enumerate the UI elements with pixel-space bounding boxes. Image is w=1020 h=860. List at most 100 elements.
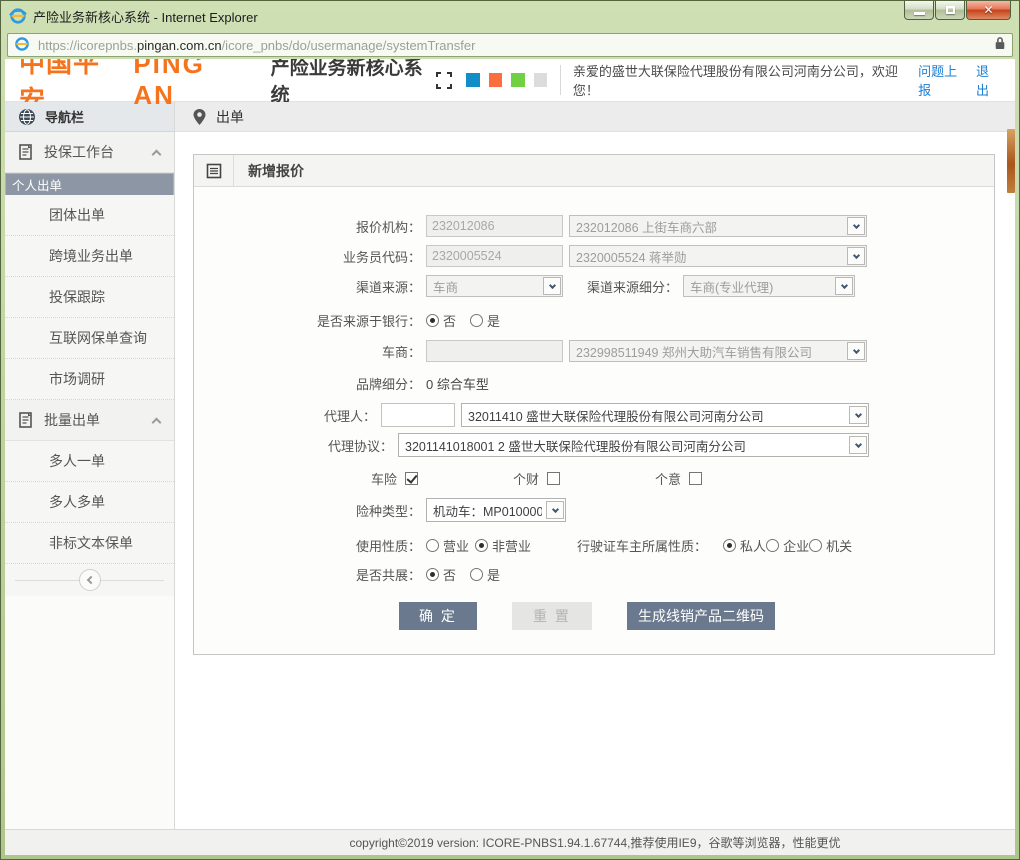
checkbox-icon — [689, 472, 703, 485]
confirm-button[interactable]: 确 定 — [399, 602, 477, 630]
chevron-up-icon — [151, 149, 162, 159]
app-title: 产险业务新核心系统 — [270, 59, 423, 106]
dropdown-arrow-icon — [849, 406, 867, 424]
address-bar[interactable]: https://icorepnbs.pingan.com.cn/icore_pn… — [7, 33, 1013, 57]
channel-detail-label: 渠道来源细分： — [587, 279, 679, 295]
car-dealer-select[interactable]: 232998511949 郑州大助汽车销售有限公司 — [569, 340, 867, 362]
channel-detail-select[interactable]: 车商(专业代理) — [683, 275, 856, 297]
field-salesman: 业务员代码： 2320005524 蒋举勋 — [194, 245, 974, 267]
agent-label: 代理人： — [323, 408, 376, 424]
insurance-type-select[interactable]: 机动车：MP01000001\MP0 — [426, 498, 566, 522]
joint-label: 是否共展： — [355, 568, 421, 583]
fullscreen-icon[interactable] — [435, 71, 453, 89]
close-icon: ✕ — [983, 3, 994, 17]
insurance-type-label: 险种类型： — [355, 503, 421, 519]
usage-nonbusiness-option[interactable]: 非营业 — [475, 536, 531, 555]
field-agent: 代理人： 32011410 盛世大联保险代理股份有限公司河南分公司 — [194, 403, 974, 427]
sidebar-item-policy-tracking[interactable]: 投保跟踪 — [5, 277, 174, 318]
joint-no-option[interactable]: 否 — [426, 565, 456, 584]
close-button[interactable]: ✕ — [966, 1, 1011, 20]
sidebar-item-market-research[interactable]: 市场调研 — [5, 359, 174, 400]
reset-button[interactable]: 重 置 — [512, 602, 592, 630]
usage-label: 使用性质： — [355, 539, 421, 554]
main-content: 出单 新增报价 报价机构： 232012086 232012086 上街车商六部… — [175, 102, 1015, 829]
from-bank-yes-option[interactable]: 是 — [470, 311, 500, 330]
radio-icon — [470, 568, 484, 581]
logout-link[interactable]: 退出 — [976, 61, 1001, 99]
field-car-dealer: 车商： 232998511949 郑州大助汽车销售有限公司 — [194, 340, 974, 362]
checkbox-icon — [547, 472, 561, 485]
breadcrumb-label: 出单 — [216, 108, 244, 125]
owner-label: 行驶证车主所属性质： — [577, 539, 708, 554]
radio-checked-icon — [475, 539, 489, 552]
radio-icon — [809, 539, 823, 552]
dropdown-arrow-icon — [546, 501, 564, 519]
quote-org-select[interactable]: 232012086 上街车商六部 — [569, 215, 867, 237]
sidebar-section-label: 批量出单 — [44, 412, 100, 428]
sidebar-item-multi-person-multi-policy[interactable]: 多人多单 — [5, 482, 174, 523]
field-insurance-type: 险种类型： 机动车：MP01000001\MP0 — [194, 498, 974, 522]
sidebar-nav-title: 导航栏 — [45, 110, 85, 125]
agreement-select[interactable]: 3201141018001 2 盛世大联保险代理股份有限公司河南分公司 — [398, 433, 869, 457]
theme-square-green — [511, 73, 525, 87]
restore-icon — [945, 6, 955, 14]
document-icon — [19, 144, 32, 160]
panel-title: 新增报价 — [248, 162, 304, 179]
sidebar-item-personal-issue[interactable]: 个人出单 — [5, 173, 174, 195]
footer: copyright©2019 version: ICORE-PNBS1.94.1… — [5, 829, 1015, 855]
personal-accident-option[interactable]: 个意 — [655, 469, 703, 488]
salesman-code-input[interactable] — [426, 245, 563, 267]
restore-button[interactable] — [935, 1, 965, 20]
quote-org-code-input[interactable] — [426, 215, 563, 237]
sidebar-item-group-issue[interactable]: 团体出单 — [5, 195, 174, 236]
sidebar-section-batch-issue[interactable]: 批量出单 — [5, 400, 174, 441]
agreement-label: 代理协议： — [327, 438, 393, 454]
joint-yes-option[interactable]: 是 — [470, 565, 500, 584]
header-divider — [559, 65, 561, 95]
from-bank-no-option[interactable]: 否 — [426, 311, 456, 330]
radio-checked-icon — [723, 539, 737, 552]
channel-select[interactable]: 车商 — [426, 275, 563, 297]
sidebar-item-nonstandard-text-policy[interactable]: 非标文本保单 — [5, 523, 174, 564]
salesman-label: 业务员代码： — [342, 249, 421, 265]
sidebar-collapse-button[interactable] — [78, 569, 101, 591]
sidebar-section-underwriting[interactable]: 投保工作台 — [5, 132, 174, 173]
new-quote-panel: 新增报价 报价机构： 232012086 上街车商六部 业务 — [193, 154, 995, 655]
dropdown-arrow-icon — [543, 277, 561, 295]
globe-icon — [19, 108, 35, 125]
ie-icon — [9, 7, 27, 25]
field-channel: 渠道来源： 车商 渠道来源细分： 车商(专业代理) — [194, 275, 974, 297]
url-text: https://icorepnbs.pingan.com.cn/icore_pn… — [38, 37, 476, 53]
agent-code-input[interactable] — [381, 403, 455, 427]
field-from-bank: 是否来源于银行： 否 是 — [194, 311, 974, 330]
panel-body: 报价机构： 232012086 上街车商六部 业务员代码： 23200 — [194, 187, 994, 654]
sidebar-item-multi-person-single-policy[interactable]: 多人一单 — [5, 441, 174, 482]
usage-business-option[interactable]: 营业 — [426, 536, 469, 555]
car-insurance-option[interactable]: 车险 — [371, 469, 419, 488]
sidebar-item-internet-policy-query[interactable]: 互联网保单查询 — [5, 318, 174, 359]
lock-icon — [994, 36, 1006, 55]
titlebar: 产险业务新核心系统 - Internet Explorer ✕ — [1, 1, 1019, 31]
generate-qrcode-button[interactable]: 生成线销产品二维码 — [627, 602, 775, 630]
panel-icon-cell — [194, 155, 234, 186]
owner-agency-option[interactable]: 机关 — [809, 536, 852, 555]
owner-enterprise-option[interactable]: 企业 — [766, 536, 809, 555]
channel-label: 渠道来源： — [355, 279, 421, 295]
agent-select[interactable]: 32011410 盛世大联保险代理股份有限公司河南分公司 — [461, 403, 869, 427]
car-dealer-code-input[interactable] — [426, 340, 563, 362]
panel-header: 新增报价 — [194, 155, 994, 187]
personal-property-option[interactable]: 个财 — [513, 469, 561, 488]
ie-page-icon — [14, 36, 32, 54]
dropdown-arrow-icon — [847, 342, 865, 360]
salesman-select[interactable]: 2320005524 蒋举勋 — [569, 245, 867, 267]
location-pin-icon — [193, 108, 206, 125]
report-issue-link[interactable]: 问题上报 — [918, 61, 968, 99]
minimize-button[interactable] — [904, 1, 934, 20]
sidebar-section-label: 投保工作台 — [44, 144, 114, 160]
field-agreement: 代理协议： 3201141018001 2 盛世大联保险代理股份有限公司河南分公… — [194, 433, 974, 457]
sidebar-item-crossborder-issue[interactable]: 跨境业务出单 — [5, 236, 174, 277]
owner-private-option[interactable]: 私人 — [723, 536, 766, 555]
copyright-text: copyright©2019 version: ICORE-PNBS1.94.1… — [349, 836, 841, 850]
theme-square-orange — [488, 73, 503, 87]
field-usage-owner: 使用性质： 营业 非营业 行驶证车主所属性质： 私人 企业 机关 — [194, 536, 974, 555]
